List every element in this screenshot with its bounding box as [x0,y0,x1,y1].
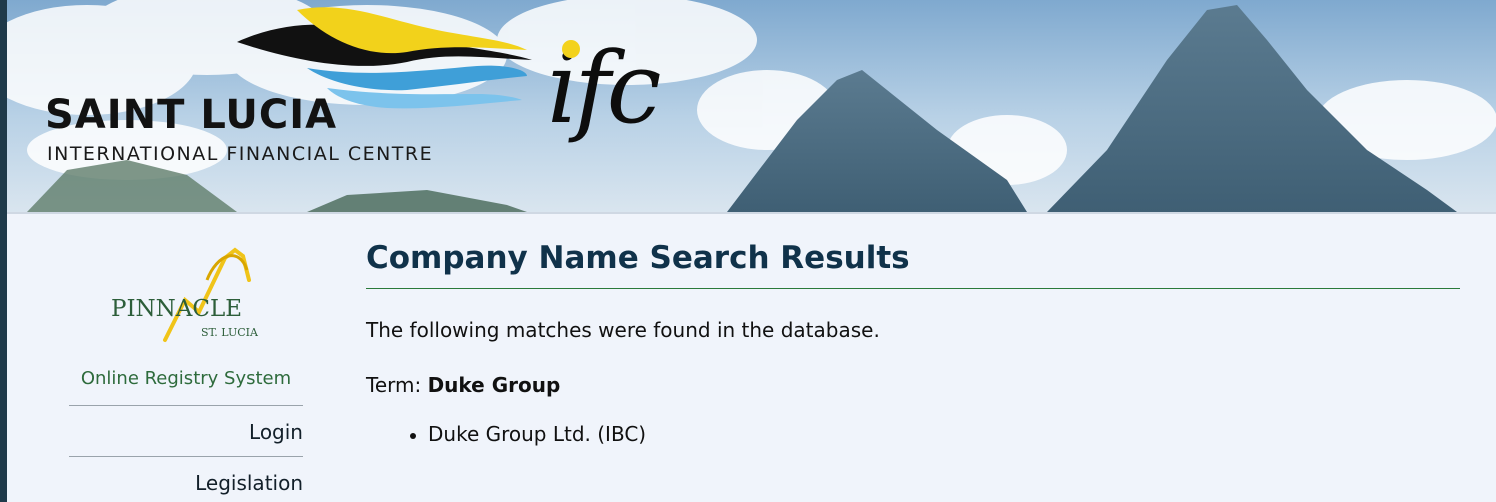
page-frame: SAINT LUCIA INTERNATIONAL FINANCIAL CENT… [7,0,1496,502]
banner-divider [7,212,1496,214]
banner-subtitle: INTERNATIONAL FINANCIAL CENTRE [47,143,434,165]
page-title: Company Name Search Results [366,240,910,276]
system-title: Online Registry System [80,368,292,389]
results-list: Duke Group Ltd. (IBC) [366,422,646,446]
term-value: Duke Group [427,373,561,397]
intro-text: The following matches were found in the … [366,318,880,342]
result-label: Duke Group Ltd. (IBC) [428,422,647,446]
pinnacle-logo-sub: ST. LUCIA [201,326,258,339]
ifc-dot-icon [562,40,580,58]
result-item[interactable]: Duke Group Ltd. (IBC) [366,422,646,446]
sidebar-link-legislation[interactable]: Legislation [69,471,303,495]
banner-title: SAINT LUCIA [45,92,338,138]
sidebar-divider [69,405,303,406]
title-divider [366,288,1460,289]
term-label: Term: [366,373,422,397]
bullet-icon [410,433,416,439]
header-banner: SAINT LUCIA INTERNATIONAL FINANCIAL CENT… [7,0,1496,212]
pinnacle-logo-word: PINNACLE [111,296,243,322]
sidebar-divider [69,456,303,457]
search-term: Term: Duke Group [366,373,560,397]
sidebar-link-login[interactable]: Login [69,420,303,444]
